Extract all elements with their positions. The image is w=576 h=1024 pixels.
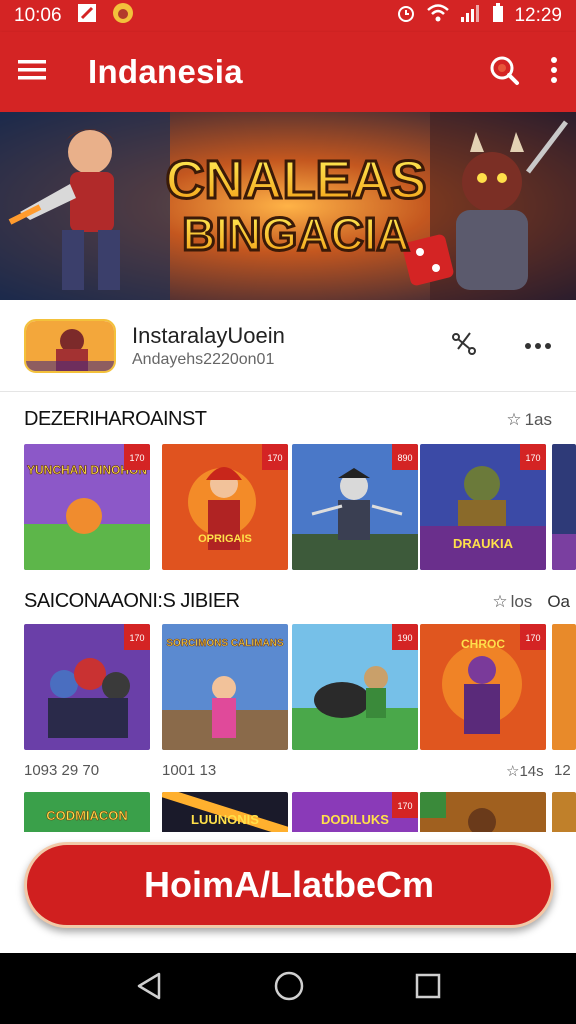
tile-badge: 170 xyxy=(129,633,144,643)
svg-text:CNALEAS: CNALEAS xyxy=(165,150,426,210)
caption-4: 12 xyxy=(554,762,571,779)
recents-icon[interactable] xyxy=(415,973,441,1004)
tile-title-sorcimons: SORCIMONS CALIMANS xyxy=(166,638,284,649)
game-tile[interactable]: LUUNONIS xyxy=(162,792,288,832)
caption-1: 1093 29 70 xyxy=(24,762,100,779)
game-tile[interactable]: DRAUKIA 170 xyxy=(420,444,546,570)
system-nav-bar xyxy=(0,953,576,1024)
featured-game-row[interactable]: InstaralayUoein Andayehs2220on01 xyxy=(0,300,576,392)
caption-3: ☆14s xyxy=(506,763,544,780)
alarm-icon xyxy=(396,3,416,29)
status-time-right: 12:29 xyxy=(514,5,562,26)
section-header-2: SAICONAAONI:S JIBIER ☆ los Oa xyxy=(24,590,576,613)
battery-icon xyxy=(492,3,504,29)
game-tile[interactable]: OPRIGAIS 170 xyxy=(162,444,288,570)
status-time-left: 10:06 xyxy=(14,5,62,26)
star-icon: ☆ xyxy=(506,763,520,780)
game-tile-partial[interactable] xyxy=(552,624,576,750)
tile-title-luunonis: LUUNONIS xyxy=(191,812,259,827)
section-2-meta[interactable]: ☆ los Oa xyxy=(492,592,570,612)
primary-cta-button[interactable]: HoimA/LlatbeCm xyxy=(24,842,554,928)
tile-title-chroc: CHROC xyxy=(461,637,505,651)
section-2-overflow-label: Oa xyxy=(547,591,570,611)
game-tile[interactable]: DODILUKS 170 xyxy=(292,792,418,832)
app-notification-icon xyxy=(112,2,134,30)
notification-icon xyxy=(76,2,98,30)
search-icon[interactable] xyxy=(488,54,520,91)
promo-banner[interactable]: CNALEAS BINGACIA xyxy=(0,112,576,300)
game-tile-row-2: 170 SORCIMONS CALIMANS 190 CHROC 170 xyxy=(0,624,576,754)
section-2-title: SAICONAAONI:S JIBIER xyxy=(24,590,240,612)
more-horiz-icon[interactable] xyxy=(524,337,552,355)
game-tile[interactable] xyxy=(420,792,546,832)
game-tile[interactable]: SORCIMONS CALIMANS xyxy=(162,624,288,750)
app-bar: Indanesia xyxy=(0,32,576,112)
game-tile-partial[interactable] xyxy=(552,792,576,832)
game-tile[interactable]: CODMIACON xyxy=(24,792,150,832)
status-bar: 10:06 12:29 xyxy=(0,0,576,32)
tile-badge: 190 xyxy=(397,633,412,643)
banner-title-line2: BINGACIA xyxy=(182,208,409,260)
more-vert-icon[interactable] xyxy=(550,56,558,89)
tile-badge: 170 xyxy=(129,453,144,463)
wifi-icon xyxy=(426,3,450,29)
caption-2: 1001 13 xyxy=(162,762,217,779)
game-tile-row-1: YUNCHAN DINOHON 170 OPRIGAIS 170 890 DRAUK… xyxy=(0,444,576,574)
signal-icon xyxy=(460,3,482,29)
app-screen: 10:06 12:29 Indanesia CNALEAS BINGACIA I… xyxy=(0,0,576,1024)
section-1-title: DEZERIHAROAINST xyxy=(24,408,207,430)
section-1-meta[interactable]: ☆ 1as xyxy=(506,410,552,430)
game-tile[interactable]: CHROC 170 xyxy=(420,624,546,750)
game-tile[interactable]: 890 xyxy=(292,444,418,570)
share-icon[interactable] xyxy=(450,329,478,362)
star-icon: ☆ xyxy=(506,409,522,429)
app-title: Indanesia xyxy=(88,53,243,90)
featured-game-subtitle: Andayehs2220on01 xyxy=(132,350,275,368)
banner-title-line1: CNALEAS xyxy=(165,150,426,210)
tile-badge: 170 xyxy=(267,453,282,463)
home-icon[interactable] xyxy=(274,971,304,1006)
tile-badge: 170 xyxy=(397,801,412,811)
game-tile[interactable]: 190 xyxy=(292,624,418,750)
section-header-1: DEZERIHAROAINST ☆ 1as xyxy=(24,408,576,431)
game-tile-partial[interactable] xyxy=(552,444,576,570)
star-icon: ☆ xyxy=(492,591,508,611)
featured-game-title: InstaralayUoein xyxy=(132,322,285,348)
cta-container: HoimA/LlatbeCm xyxy=(0,832,576,953)
game-tile[interactable]: YUNCHAN DINOHON 170 xyxy=(24,444,150,570)
hamburger-menu-icon[interactable] xyxy=(18,58,46,87)
tile-badge: 170 xyxy=(525,633,540,643)
back-icon[interactable] xyxy=(135,971,163,1006)
game-tile-row-3: CODMIACON LUUNONIS DODILUKS 170 xyxy=(0,792,576,832)
game-tile[interactable]: 170 xyxy=(24,624,150,750)
tile-title-draukia: DRAUKIA xyxy=(453,536,514,551)
tile-badge: 890 xyxy=(397,453,412,463)
tile-badge: 170 xyxy=(525,453,540,463)
tile-title-dodiluks: DODILUKS xyxy=(321,812,389,827)
svg-text:BINGACIA: BINGACIA xyxy=(182,208,409,260)
tile-title-oprigais: OPRIGAIS xyxy=(198,533,252,545)
tile-title-codmiacon: CODMIACON xyxy=(46,808,128,823)
featured-game-thumbnail xyxy=(24,318,116,373)
